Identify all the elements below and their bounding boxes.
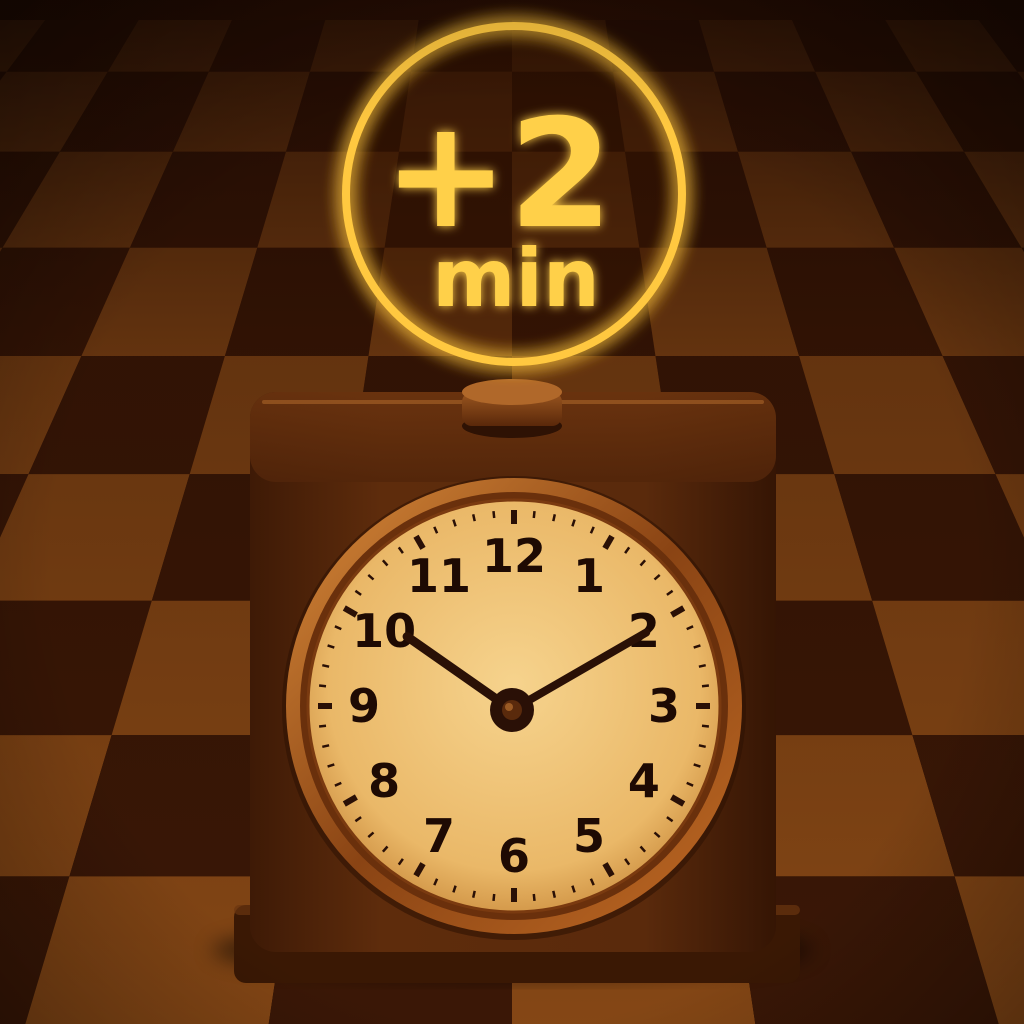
dial-numeral-6: 6 xyxy=(498,829,530,883)
badge-unit: min xyxy=(432,232,600,325)
minute-tick xyxy=(701,724,710,728)
dial-numeral-9: 9 xyxy=(348,679,380,733)
clock-plunger-button[interactable] xyxy=(462,379,562,438)
minute-tick xyxy=(471,514,476,522)
dial-numeral-1: 1 xyxy=(573,549,605,603)
dial-numeral-10: 10 xyxy=(352,604,416,658)
minute-tick xyxy=(698,744,706,749)
scene-canvas: 121234567891011 +2 min xyxy=(0,0,1024,1024)
hub-highlight xyxy=(505,703,513,711)
minute-tick xyxy=(701,684,710,688)
bonus-time-badge: +2 min xyxy=(342,22,686,366)
minute-tick xyxy=(492,893,496,902)
dial-numeral-11: 11 xyxy=(407,549,471,603)
dial-numeral-12: 12 xyxy=(482,529,546,583)
minute-tick xyxy=(532,893,536,902)
minute-tick xyxy=(552,514,557,522)
dial-numeral-3: 3 xyxy=(648,679,680,733)
minute-tick xyxy=(322,663,330,668)
minute-tick xyxy=(532,510,536,519)
button-cap-top xyxy=(462,379,562,405)
dial-numeral-5: 5 xyxy=(573,809,605,863)
dial-numeral-7: 7 xyxy=(423,809,455,863)
chess-clock: 121234567891011 xyxy=(234,379,800,983)
dial-numeral-8: 8 xyxy=(368,754,400,808)
minute-tick xyxy=(552,890,557,898)
hands-hub-cap xyxy=(502,700,522,720)
minute-tick xyxy=(492,510,496,519)
minute-tick xyxy=(471,890,476,898)
minute-tick xyxy=(322,744,330,749)
minute-tick xyxy=(698,663,706,668)
minute-tick xyxy=(318,724,327,728)
minute-tick xyxy=(318,684,327,688)
dial-numeral-4: 4 xyxy=(628,754,660,808)
scene: 121234567891011 +2 min xyxy=(0,0,1024,1024)
